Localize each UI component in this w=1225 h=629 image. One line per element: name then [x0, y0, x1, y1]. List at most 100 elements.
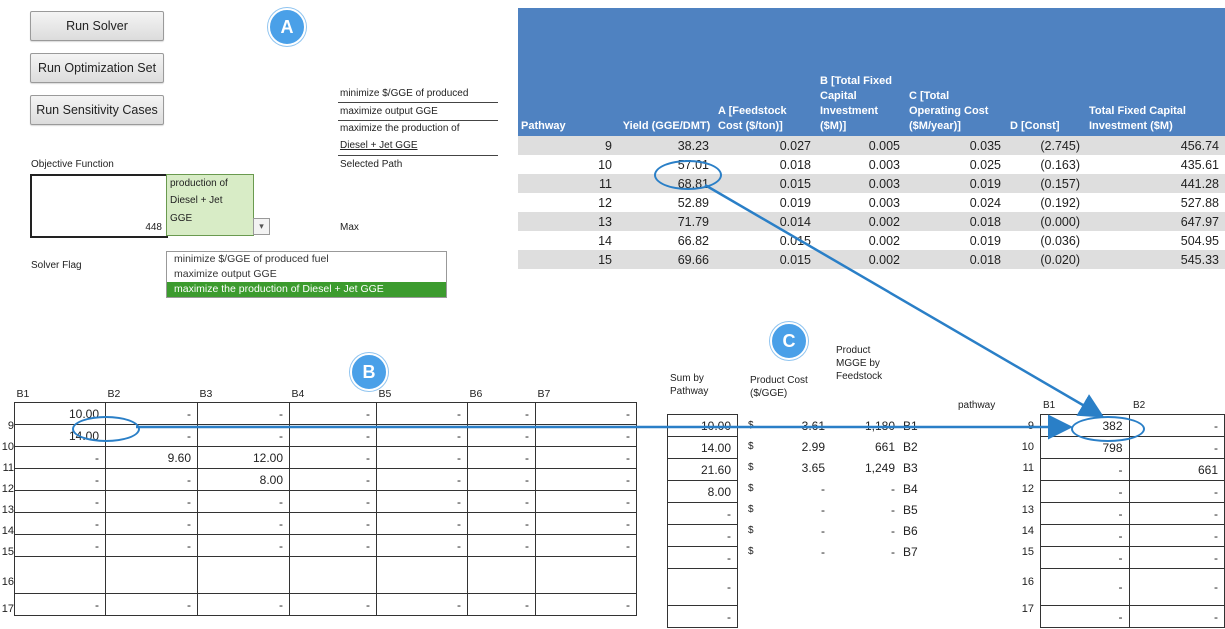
b-grid-cell[interactable]: -	[535, 490, 637, 513]
dropdown-option-2[interactable]: maximize output GGE	[167, 267, 446, 282]
b-grid-cell[interactable]: -	[535, 402, 637, 425]
pathway-table-cell[interactable]: 69.66	[618, 250, 715, 269]
run-sensitivity-cases-button[interactable]: Run Sensitivity Cases	[30, 95, 164, 125]
b-grid-cell[interactable]: -	[105, 593, 198, 616]
pathway-table-cell[interactable]: 0.014	[715, 212, 817, 231]
result-cell[interactable]: -	[1040, 502, 1130, 525]
b-grid-cell[interactable]: -	[376, 512, 468, 535]
mgge-value[interactable]: -	[840, 503, 895, 517]
result-cell[interactable]: 661	[1128, 458, 1225, 481]
sum-cell[interactable]: 21.60	[667, 458, 738, 481]
b-grid-cell[interactable]: -	[376, 402, 468, 425]
sum-cell[interactable]: -	[667, 524, 738, 547]
product-cost-value[interactable]: 3.65	[770, 461, 825, 475]
b-grid-cell[interactable]: -	[197, 424, 290, 447]
sum-cell[interactable]: 8.00	[667, 480, 738, 503]
b-grid-cell[interactable]	[289, 556, 377, 594]
result-cell[interactable]: -	[1128, 546, 1225, 569]
pathway-table-cell[interactable]: 0.035	[906, 136, 1007, 155]
b-grid-cell[interactable]: -	[105, 534, 198, 557]
b-grid-cell[interactable]: -	[289, 424, 377, 447]
result-cell[interactable]: -	[1128, 480, 1225, 503]
pathway-table-cell[interactable]: 545.33	[1086, 250, 1225, 269]
b-grid-cell[interactable]: -	[289, 534, 377, 557]
mgge-value[interactable]: 661	[840, 440, 895, 454]
dropdown-arrow-button[interactable]: ▾	[253, 218, 270, 235]
pathway-table-cell[interactable]: 0.015	[715, 231, 817, 250]
pathway-table-cell[interactable]: 0.003	[817, 155, 906, 174]
b-grid-cell[interactable]: -	[105, 490, 198, 513]
pathway-table-cell[interactable]: 0.018	[906, 212, 1007, 231]
b-grid-cell[interactable]: -	[467, 424, 536, 447]
pathway-table-cell[interactable]: 0.018	[906, 250, 1007, 269]
pathway-table-cell[interactable]: 435.61	[1086, 155, 1225, 174]
pathway-table-cell[interactable]: 38.23	[618, 136, 715, 155]
b-grid-cell[interactable]: -	[376, 593, 468, 616]
product-cost-value[interactable]: -	[770, 482, 825, 496]
b-grid-cell[interactable]: -	[105, 468, 198, 491]
b-grid-cell[interactable]: -	[289, 446, 377, 469]
b-grid-cell[interactable]: -	[197, 490, 290, 513]
b-grid-cell[interactable]	[105, 556, 198, 594]
pathway-table-cell[interactable]: 71.79	[618, 212, 715, 231]
b-grid-cell[interactable]: -	[14, 534, 106, 557]
pathway-table-cell[interactable]: 0.003	[817, 193, 906, 212]
sum-cell[interactable]: 14.00	[667, 436, 738, 459]
pathway-table-cell[interactable]: 9	[518, 136, 618, 155]
b-grid-cell[interactable]: -	[376, 468, 468, 491]
b-grid-cell[interactable]: -	[535, 468, 637, 491]
pathway-table-cell[interactable]: 52.89	[618, 193, 715, 212]
pathway-table-cell[interactable]: (0.020)	[1007, 250, 1086, 269]
b-grid-cell[interactable]: -	[14, 490, 106, 513]
mgge-value[interactable]: 1,249	[840, 461, 895, 475]
result-cell[interactable]: -	[1128, 524, 1225, 547]
b-grid-cell[interactable]: -	[14, 512, 106, 535]
result-cell[interactable]: -	[1128, 568, 1225, 606]
result-cell[interactable]: -	[1040, 605, 1130, 628]
pathway-table-cell[interactable]: 0.002	[817, 250, 906, 269]
sum-cell[interactable]: -	[667, 546, 738, 569]
pathway-table-cell[interactable]: 14	[518, 231, 618, 250]
b-grid-cell[interactable]: -	[535, 512, 637, 535]
product-cost-value[interactable]: -	[770, 503, 825, 517]
pathway-table-cell[interactable]: 456.74	[1086, 136, 1225, 155]
b-grid-cell[interactable]: -	[376, 424, 468, 447]
b-grid-cell[interactable]	[376, 556, 468, 594]
b-grid-cell[interactable]: -	[535, 446, 637, 469]
b-grid-cell[interactable]: -	[467, 446, 536, 469]
b-grid-cell[interactable]: -	[289, 512, 377, 535]
b-grid-cell[interactable]: -	[105, 512, 198, 535]
pathway-table-cell[interactable]: 0.024	[906, 193, 1007, 212]
b-grid-cell[interactable]: -	[376, 534, 468, 557]
result-cell[interactable]: -	[1040, 458, 1130, 481]
b-grid-cell[interactable]: -	[467, 534, 536, 557]
b-grid-cell[interactable]: 8.00	[197, 468, 290, 491]
b-grid-cell[interactable]: -	[467, 512, 536, 535]
mgge-value[interactable]: -	[840, 524, 895, 538]
b-grid-cell[interactable]: -	[467, 468, 536, 491]
pathway-table-cell[interactable]: 15	[518, 250, 618, 269]
mgge-value[interactable]: -	[840, 545, 895, 559]
pathway-table-cell[interactable]: 0.019	[906, 174, 1007, 193]
b-grid-cell[interactable]: -	[14, 468, 106, 491]
b-grid-cell[interactable]: -	[467, 490, 536, 513]
b-grid-cell[interactable]: -	[535, 534, 637, 557]
pathway-table-cell[interactable]: 13	[518, 212, 618, 231]
pathway-table-cell[interactable]: 0.019	[715, 193, 817, 212]
pathway-table-cell[interactable]: 10	[518, 155, 618, 174]
b-grid-cell[interactable]: -	[535, 593, 637, 616]
pathway-table-cell[interactable]: 0.015	[715, 250, 817, 269]
dropdown-option-1[interactable]: minimize $/GGE of produced fuel	[167, 252, 446, 267]
product-cost-value[interactable]: 3.61	[770, 419, 825, 433]
dropdown-option-3-selected[interactable]: maximize the production of Diesel + Jet …	[167, 282, 446, 297]
sum-cell[interactable]: -	[667, 502, 738, 525]
run-solver-button[interactable]: Run Solver	[30, 11, 164, 41]
b-grid-cell[interactable]: 12.00	[197, 446, 290, 469]
result-cell[interactable]: -	[1040, 568, 1130, 606]
b-grid-cell[interactable]: -	[14, 446, 106, 469]
b-grid-cell[interactable]: -	[535, 424, 637, 447]
pathway-table-cell[interactable]: 0.002	[817, 212, 906, 231]
pathway-table-cell[interactable]: (0.192)	[1007, 193, 1086, 212]
pathway-table-cell[interactable]: 0.025	[906, 155, 1007, 174]
b-grid-cell[interactable]: -	[197, 402, 290, 425]
